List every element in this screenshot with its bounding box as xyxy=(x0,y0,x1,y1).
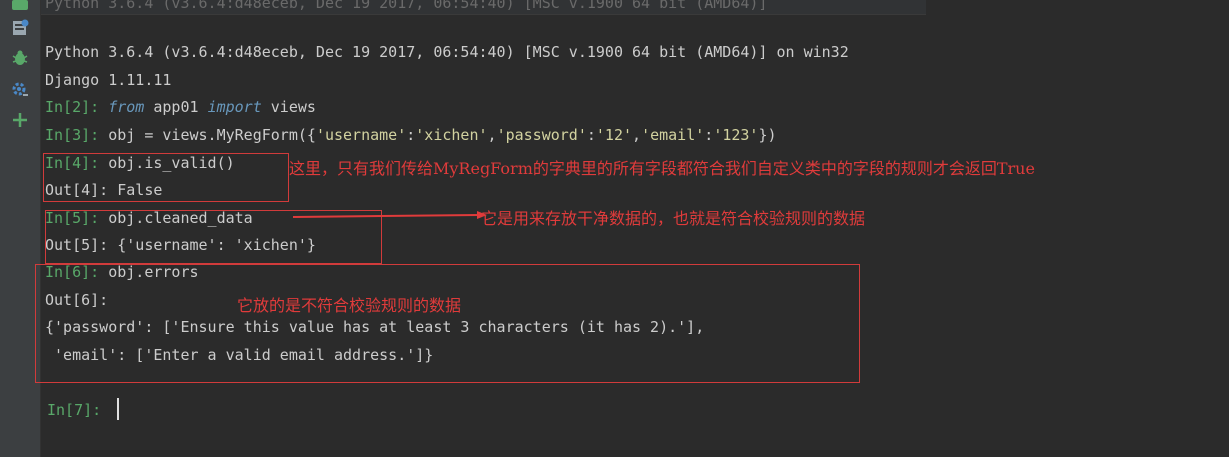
console-icon[interactable] xyxy=(10,18,30,38)
text-cursor[interactable] xyxy=(117,398,119,420)
scrolled-header-line: Python 3.6.4 (v3.6.4:d48eceb, Dec 19 201… xyxy=(41,0,926,15)
python-console[interactable]: Python 3.6.4 (v3.6.4:d48eceb, Dec 19 201… xyxy=(35,0,1229,457)
input-line-2: In[2]: from app01 import views xyxy=(45,98,316,116)
django-version: Django 1.11.11 xyxy=(45,71,172,89)
annotation-is-valid: 这里，只有我们传给MyRegForm的字典里的所有字段都符合我们自定义类中的字段… xyxy=(289,159,1035,178)
annotation-errors: 它放的是不符合校验规则的数据 xyxy=(237,296,462,315)
console-toolbar xyxy=(0,0,41,457)
input-line-7: In[7]: xyxy=(47,401,102,419)
highlight-box-is-valid xyxy=(43,153,289,202)
input-line-3: In[3]: obj = views.MyRegForm({'username'… xyxy=(45,126,777,144)
annotation-arrow xyxy=(292,211,487,219)
run-icon[interactable] xyxy=(10,0,30,16)
debug-bug-icon[interactable] xyxy=(10,48,30,68)
highlight-box-errors xyxy=(35,264,860,383)
python-banner: Python 3.6.4 (v3.6.4:d48eceb, Dec 19 201… xyxy=(45,43,849,61)
annotation-cleaned-data: 它是用来存放干净数据的，也就是符合校验规则的数据 xyxy=(481,209,866,228)
add-plus-icon[interactable] xyxy=(10,110,30,130)
settings-gear-icon[interactable] xyxy=(10,80,30,100)
